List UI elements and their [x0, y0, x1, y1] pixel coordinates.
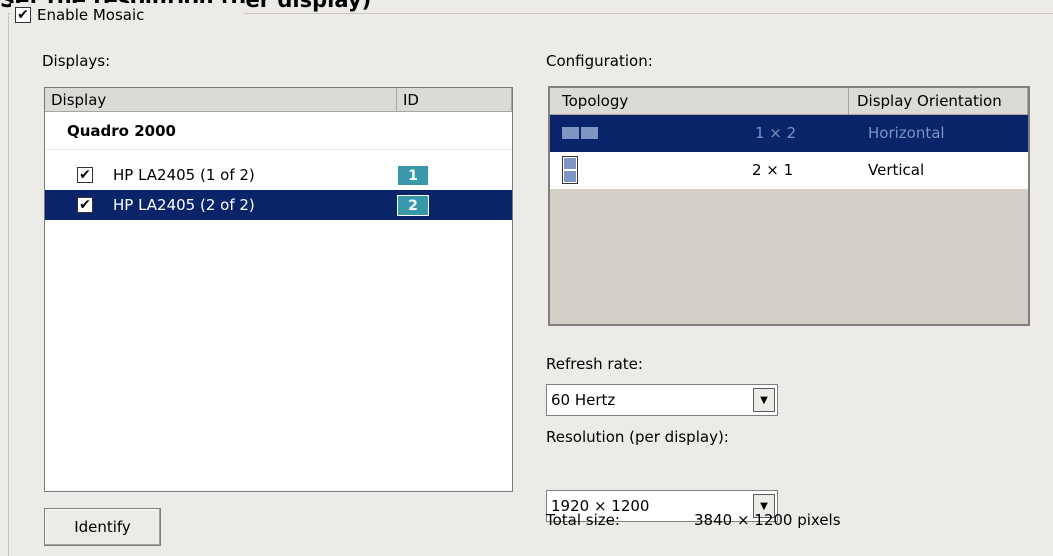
refresh-rate-select[interactable]: 60 Hertz ▼	[546, 384, 778, 416]
orientation-value: Vertical	[868, 161, 925, 179]
refresh-rate-value: 60 Hertz	[551, 391, 616, 409]
topology-row-horizontal[interactable]: 1 × 2 Horizontal	[550, 115, 1028, 152]
column-header-id[interactable]: ID	[397, 88, 512, 111]
display-2-id-badge: 2	[397, 195, 429, 216]
vertical-topology-icon	[562, 156, 578, 184]
topology-value: 2 × 1	[752, 161, 794, 179]
display-row-1[interactable]: ✔ HP LA2405 (1 of 2) 1	[45, 160, 512, 190]
topology-value: 1 × 2	[755, 124, 797, 142]
resolution-label: Resolution (per display):	[546, 428, 729, 446]
display-1-checkbox-icon[interactable]: ✔	[77, 167, 93, 183]
configuration-list-header: Topology Display Orientation	[550, 88, 1028, 115]
orientation-value: Horizontal	[868, 124, 945, 142]
chevron-down-icon[interactable]: ▼	[753, 388, 775, 412]
gpu-group-header: Quadro 2000	[45, 112, 512, 150]
configuration-section-label: Configuration:	[546, 52, 653, 70]
column-header-display[interactable]: Display	[45, 88, 397, 111]
display-2-checkbox-icon[interactable]: ✔	[77, 197, 93, 213]
identify-button[interactable]: Identify	[44, 508, 161, 546]
column-header-topology[interactable]: Topology	[550, 88, 849, 114]
topology-row-vertical[interactable]: 2 × 1 Vertical	[550, 152, 1028, 189]
display-row-2[interactable]: ✔ HP LA2405 (2 of 2) 2	[45, 190, 512, 220]
total-size-value: 3840 × 1200 pixels	[694, 511, 841, 529]
configuration-list[interactable]: Topology Display Orientation 1 × 2 Horiz…	[548, 86, 1030, 326]
column-header-orientation[interactable]: Display Orientation	[849, 88, 1028, 114]
refresh-rate-label: Refresh rate:	[546, 355, 643, 373]
display-1-id-badge: 1	[397, 165, 429, 186]
horizontal-topology-icon	[562, 127, 598, 139]
displays-section-label: Displays:	[42, 52, 111, 70]
groupbox-border-left	[8, 13, 9, 556]
enable-mosaic-checkbox[interactable]: ✔ Enable Mosaic	[11, 3, 245, 27]
checkbox-checked-icon[interactable]: ✔	[15, 7, 31, 23]
display-1-name: HP LA2405 (1 of 2)	[113, 166, 255, 184]
total-size-label: Total size:	[546, 511, 620, 529]
displays-list[interactable]: Display ID Quadro 2000 ✔ HP LA2405 (1 of…	[44, 87, 513, 492]
enable-mosaic-label: Enable Mosaic	[37, 6, 145, 24]
display-2-name: HP LA2405 (2 of 2)	[113, 196, 255, 214]
displays-list-header: Display ID	[45, 88, 512, 112]
